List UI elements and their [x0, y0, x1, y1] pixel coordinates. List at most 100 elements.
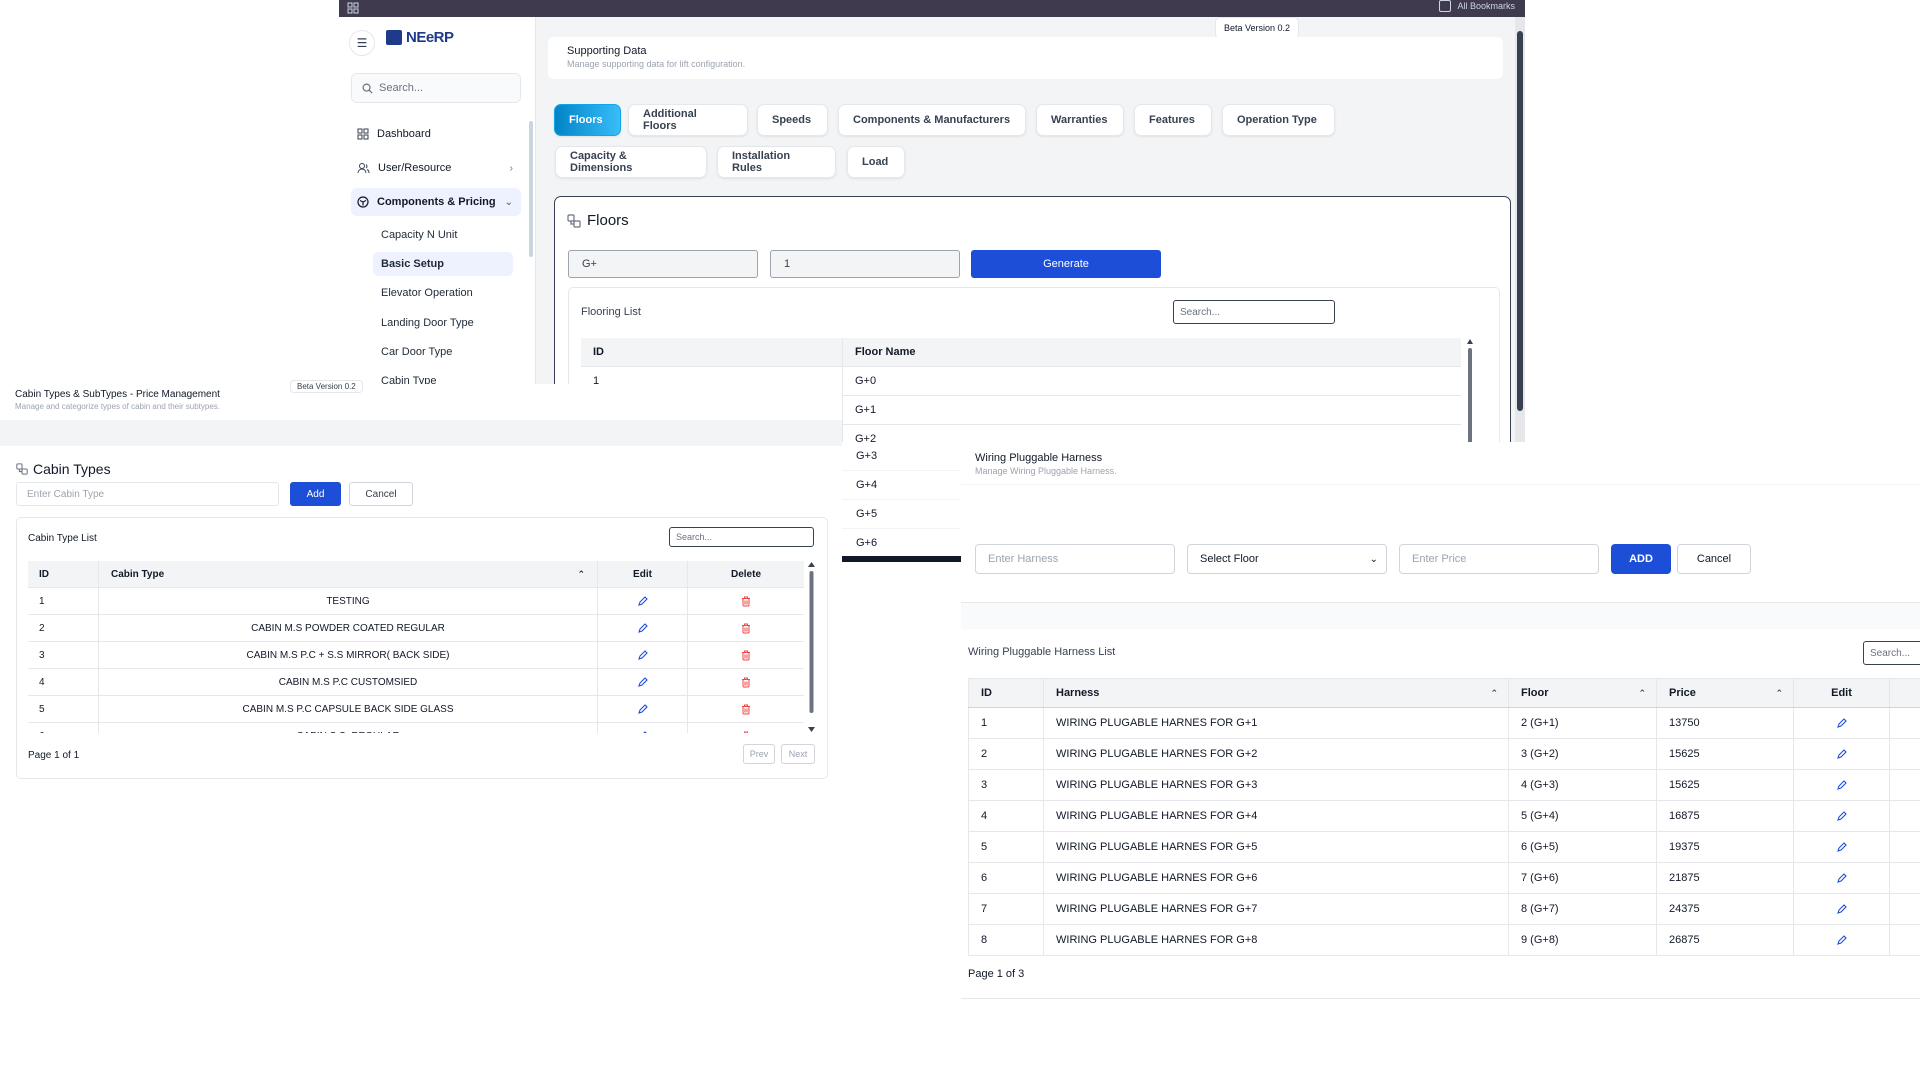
edit-icon[interactable]: [1794, 894, 1890, 924]
delete-icon[interactable]: [688, 723, 804, 733]
next-button[interactable]: Next: [781, 744, 815, 764]
sidebar-subitem-basic-setup[interactable]: Basic Setup: [373, 252, 513, 276]
cell-floor: 2 (G+1): [1509, 708, 1657, 738]
sort-up-icon[interactable]: ⌃: [577, 569, 585, 580]
table-row[interactable]: 6CABIN S.S. REGULAR: [28, 723, 804, 733]
sidebar-item-dashboard[interactable]: Dashboard: [351, 120, 521, 148]
edit-icon[interactable]: [1794, 863, 1890, 893]
sidebar-subitem-elevator-operation[interactable]: Elevator Operation: [373, 281, 513, 305]
cell-floor: 7 (G+6): [1509, 863, 1657, 893]
cell-harness: WIRING PLUGABLE HARNES FOR G+4: [1044, 801, 1509, 831]
edit-icon[interactable]: [1794, 708, 1890, 738]
column-header-id[interactable]: ID: [968, 679, 1044, 707]
edit-icon[interactable]: [1794, 801, 1890, 831]
sidebar-search-input[interactable]: Search...: [351, 73, 521, 103]
sidebar-subitem-capacity[interactable]: Capacity N Unit: [373, 223, 513, 247]
floor-select[interactable]: Select Floor ⌄: [1187, 544, 1387, 574]
tab-operation-type[interactable]: Operation Type: [1222, 104, 1335, 136]
table-row[interactable]: 1 TESTING: [28, 588, 804, 615]
cabin-table-scrollbar[interactable]: [807, 561, 816, 733]
cabin-search-input[interactable]: Search...: [669, 527, 814, 547]
delete-icon[interactable]: [688, 669, 804, 695]
column-header-price[interactable]: Price ⌃: [1657, 679, 1794, 707]
cell-floor: 5 (G+4): [1509, 801, 1657, 831]
tab-floors[interactable]: Floors: [554, 104, 621, 136]
tab-speeds[interactable]: Speeds: [757, 104, 828, 136]
list-item[interactable]: G+4: [841, 471, 961, 500]
tab-load[interactable]: Load: [847, 146, 905, 178]
page-scrollbar-thumb[interactable]: [1517, 31, 1523, 411]
sort-up-icon[interactable]: ⌃: [1490, 688, 1498, 699]
delete-icon[interactable]: [688, 615, 804, 641]
tab-warranties[interactable]: Warranties: [1036, 104, 1124, 136]
sort-up-icon[interactable]: ⌃: [1775, 688, 1783, 699]
table-row[interactable]: 1 WIRING PLUGABLE HARNES FOR G+1 2 (G+1) 13…: [968, 708, 1920, 739]
table-row[interactable]: 7 WIRING PLUGABLE HARNES FOR G+7 8 (G+7) 24…: [968, 894, 1920, 925]
page-scrollbar[interactable]: [1515, 17, 1525, 442]
column-header-harness[interactable]: Harness ⌃: [1044, 679, 1509, 707]
edit-icon[interactable]: [1794, 925, 1890, 955]
column-header-floor-name[interactable]: Floor Name: [843, 338, 1461, 366]
delete-icon[interactable]: [688, 642, 804, 668]
apps-grid-icon[interactable]: [347, 2, 359, 14]
column-header-cabin-type[interactable]: Cabin Type ⌃: [99, 561, 598, 587]
table-row[interactable]: 6 WIRING PLUGABLE HARNES FOR G+6 7 (G+6) 21…: [968, 863, 1920, 894]
floors-title-text: Floors: [587, 212, 629, 229]
delete-icon[interactable]: [688, 588, 804, 614]
sidebar-subitem-label: Landing Door Type: [381, 317, 474, 329]
table-row[interactable]: 5 CABIN M.S P.C CAPSULE BACK SIDE GLASS: [28, 696, 804, 723]
table-row[interactable]: 3 WIRING PLUGABLE HARNES FOR G+3 4 (G+3) 15…: [968, 770, 1920, 801]
floor-count-input[interactable]: 1: [770, 250, 960, 278]
delete-icon[interactable]: [688, 696, 804, 722]
tab-components-manufacturers[interactable]: Components & Manufacturers: [838, 104, 1026, 136]
table-row[interactable]: 4 WIRING PLUGABLE HARNES FOR G+4 5 (G+4) 16…: [968, 801, 1920, 832]
column-header-id[interactable]: ID: [581, 338, 843, 366]
table-row[interactable]: 2 WIRING PLUGABLE HARNES FOR G+2 3 (G+2) 15…: [968, 739, 1920, 770]
edit-icon[interactable]: [598, 615, 688, 641]
harness-search-input[interactable]: Search...: [1863, 641, 1920, 665]
sort-up-icon[interactable]: ⌃: [1638, 688, 1646, 699]
add-button[interactable]: Add: [290, 482, 341, 506]
sidebar-subitem-landing-door[interactable]: Landing Door Type: [373, 311, 513, 335]
generate-button[interactable]: Generate: [971, 250, 1161, 278]
cell-price: 21875: [1657, 863, 1794, 893]
flooring-search-input[interactable]: Search...: [1173, 300, 1335, 324]
floor-prefix-input[interactable]: G+: [568, 250, 758, 278]
table-row[interactable]: 3 CABIN M.S P.C + S.S MIRROR( BACK SIDE): [28, 642, 804, 669]
cancel-button[interactable]: Cancel: [1677, 544, 1751, 574]
sidebar-subitem-car-door[interactable]: Car Door Type: [373, 340, 513, 364]
tab-additional-floors[interactable]: Additional Floors: [628, 104, 748, 136]
column-header-floor[interactable]: Floor ⌃: [1509, 679, 1657, 707]
flooring-scrollbar[interactable]: [1466, 338, 1474, 442]
table-row[interactable]: 2 CABIN M.S POWDER COATED REGULAR: [28, 615, 804, 642]
cabin-type-input[interactable]: Enter Cabin Type: [16, 482, 279, 506]
table-row[interactable]: 5 WIRING PLUGABLE HARNES FOR G+5 6 (G+5) 19…: [968, 832, 1920, 863]
sidebar-item-components-pricing[interactable]: Components & Pricing ⌄: [351, 188, 521, 216]
edit-icon[interactable]: [598, 723, 688, 733]
list-item[interactable]: G+6: [841, 529, 961, 558]
edit-icon[interactable]: [598, 669, 688, 695]
edit-icon[interactable]: [598, 696, 688, 722]
price-input[interactable]: Enter Price: [1399, 544, 1599, 574]
sidebar-item-user-resource[interactable]: User/Resource ›: [351, 154, 521, 182]
table-row[interactable]: 4 CABIN M.S P.C CUSTOMSIED: [28, 669, 804, 696]
edit-icon[interactable]: [1794, 770, 1890, 800]
sidebar-scrollbar[interactable]: [529, 121, 533, 257]
tab-installation-rules[interactable]: Installation Rules: [717, 146, 836, 178]
list-item[interactable]: G+3: [841, 442, 961, 471]
prev-button[interactable]: Prev: [743, 744, 775, 764]
add-button[interactable]: ADD: [1611, 544, 1671, 574]
list-item[interactable]: G+5: [841, 500, 961, 529]
edit-icon[interactable]: [1794, 739, 1890, 769]
edit-icon[interactable]: [598, 642, 688, 668]
all-bookmarks[interactable]: All Bookmarks: [1439, 0, 1515, 12]
edit-icon[interactable]: [1794, 832, 1890, 862]
table-row[interactable]: 8 WIRING PLUGABLE HARNES FOR G+8 9 (G+8) 26…: [968, 925, 1920, 956]
harness-input[interactable]: Enter Harness: [975, 544, 1175, 574]
hamburger-menu-icon[interactable]: ☰: [349, 30, 375, 56]
cancel-button[interactable]: Cancel: [349, 482, 413, 506]
tab-features[interactable]: Features: [1134, 104, 1212, 136]
tab-capacity-dimensions[interactable]: Capacity & Dimensions: [555, 146, 707, 178]
column-header-id[interactable]: ID: [28, 561, 99, 587]
edit-icon[interactable]: [598, 588, 688, 614]
